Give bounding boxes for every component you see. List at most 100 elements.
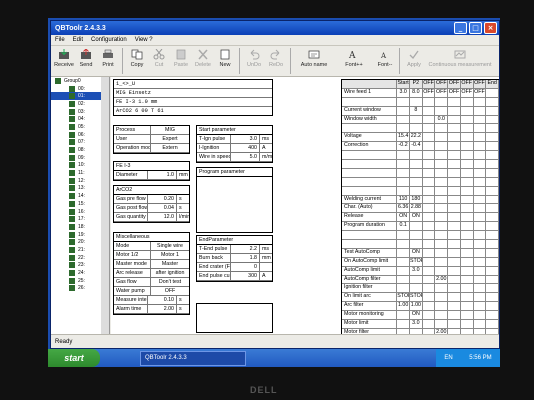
grid-cell[interactable]: [485, 311, 498, 320]
grid-cell[interactable]: 0.1: [396, 222, 409, 231]
grid-cell[interactable]: [485, 88, 498, 97]
parameter-row[interactable]: Gas flow Don't test: [114, 278, 189, 287]
grid-cell[interactable]: [459, 195, 473, 204]
parameter-row[interactable]: Gas post flow 0.04 s: [114, 204, 189, 213]
grid-cell[interactable]: [459, 160, 473, 168]
grid-cell[interactable]: [421, 106, 435, 115]
parameter-row[interactable]: Water pump OFF: [114, 287, 189, 296]
grid-cell[interactable]: [396, 106, 409, 115]
grid-cell[interactable]: [421, 311, 435, 320]
grid-cell[interactable]: [459, 311, 473, 320]
grid-cell[interactable]: [408, 284, 422, 293]
grid-cell[interactable]: [485, 177, 498, 186]
grid-cell[interactable]: [396, 151, 409, 160]
grid-cell[interactable]: [459, 124, 473, 133]
grid-cell[interactable]: OFF: [447, 88, 460, 97]
print-button[interactable]: Print: [97, 49, 119, 68]
grid-cell[interactable]: STOP: [396, 293, 409, 302]
grid-cell[interactable]: [408, 177, 422, 186]
grid-cell[interactable]: 22.2: [408, 133, 422, 142]
grid-cell[interactable]: [472, 266, 486, 275]
paste-button[interactable]: Paste: [170, 49, 192, 68]
grid-cell[interactable]: [472, 257, 486, 266]
grid-cell[interactable]: [421, 302, 435, 311]
parameter-value[interactable]: OFF: [150, 287, 189, 295]
grid-cell[interactable]: [434, 160, 447, 168]
grid-cell[interactable]: [485, 133, 498, 142]
grid-cell[interactable]: [408, 160, 422, 168]
grid-cell[interactable]: [447, 257, 460, 266]
grid-cell[interactable]: [459, 222, 473, 231]
grid-cell[interactable]: -0.4: [408, 142, 422, 151]
grid-cell[interactable]: [459, 106, 473, 115]
grid-cell[interactable]: [421, 168, 435, 177]
grid-cell[interactable]: [447, 186, 460, 195]
grid-cell[interactable]: [459, 142, 473, 151]
grid-cell[interactable]: [408, 275, 422, 284]
parameter-row[interactable]: End crater (F7)0: [197, 263, 272, 272]
parameter-row[interactable]: I-Ignition 400 A: [197, 144, 272, 153]
grid-cell[interactable]: [396, 240, 409, 248]
grid-cell[interactable]: [421, 142, 435, 151]
grid-cell[interactable]: [472, 311, 486, 320]
receive-button[interactable]: Receive: [53, 49, 75, 68]
grid-cell[interactable]: [485, 195, 498, 204]
grid-cell[interactable]: [472, 124, 486, 133]
grid-cell[interactable]: [447, 266, 460, 275]
parameter-value[interactable]: 1.0: [147, 171, 176, 179]
grid-cell[interactable]: [459, 257, 473, 266]
grid-cell[interactable]: [459, 284, 473, 293]
grid-cell[interactable]: [472, 186, 486, 195]
grid-cell[interactable]: [447, 115, 460, 124]
grid-cell[interactable]: [447, 222, 460, 231]
parameter-row[interactable]: Operation modeExtern: [114, 144, 189, 153]
grid-cell[interactable]: OFF: [421, 88, 435, 97]
grid-cell[interactable]: [421, 160, 435, 168]
grid-cell[interactable]: [396, 257, 409, 266]
parameter-row[interactable]: Process MIG: [114, 126, 189, 135]
parameter-value[interactable]: 12.0: [147, 213, 176, 221]
continuous-measurement-button[interactable]: Continuous measurement: [425, 49, 495, 68]
parameter-row[interactable]: Burn back 1.8 mm: [197, 254, 272, 263]
grid-cell[interactable]: 2.88: [408, 204, 422, 213]
grid-cell[interactable]: [447, 275, 460, 284]
grid-cell[interactable]: [434, 240, 447, 248]
grid-cell[interactable]: [485, 97, 498, 106]
parameter-value[interactable]: Extern: [150, 144, 189, 152]
grid-cell[interactable]: [472, 302, 486, 311]
grid-cell[interactable]: STOP: [408, 293, 422, 302]
grid-cell[interactable]: 1.00: [408, 302, 422, 311]
grid-cell[interactable]: [421, 293, 435, 302]
grid-cell[interactable]: [434, 133, 447, 142]
grid-cell[interactable]: [472, 115, 486, 124]
grid-cell[interactable]: [485, 222, 498, 231]
parameter-value[interactable]: 1.8: [230, 254, 259, 262]
menu-edit[interactable]: Edit: [73, 37, 83, 43]
grid-cell[interactable]: [485, 275, 498, 284]
grid-cell[interactable]: 3.0: [396, 88, 409, 97]
grid-cell[interactable]: OFF: [434, 88, 447, 97]
menu-view[interactable]: View ?: [135, 37, 153, 43]
grid-cell[interactable]: 3.0: [408, 320, 422, 328]
parameter-row[interactable]: Wire in speed5.0m/min: [197, 153, 272, 162]
grid-cell[interactable]: [434, 106, 447, 115]
grid-cell[interactable]: [421, 275, 435, 284]
parameter-row[interactable]: Gas quantity12.0l/min: [114, 213, 189, 222]
grid-cell[interactable]: [472, 142, 486, 151]
grid-cell[interactable]: [447, 302, 460, 311]
parameter-row[interactable]: Measure interval0.10s: [114, 296, 189, 305]
grid-cell[interactable]: [421, 266, 435, 275]
font-decrease-button[interactable]: A Font--: [374, 49, 396, 68]
grid-cell[interactable]: [459, 302, 473, 311]
grid-cell[interactable]: [485, 293, 498, 302]
grid-cell[interactable]: [396, 124, 409, 133]
grid-cell[interactable]: [485, 302, 498, 311]
grid-cell[interactable]: [459, 204, 473, 213]
grid-cell[interactable]: OFF: [472, 88, 486, 97]
grid-cell[interactable]: [447, 168, 460, 177]
grid-cell[interactable]: [459, 186, 473, 195]
grid-cell[interactable]: [459, 133, 473, 142]
grid-cell[interactable]: [459, 97, 473, 106]
grid-cell[interactable]: 110: [396, 195, 409, 204]
grid-cell[interactable]: [485, 213, 498, 222]
